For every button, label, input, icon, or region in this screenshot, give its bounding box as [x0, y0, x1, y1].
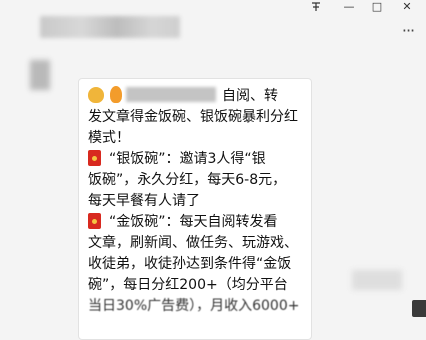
money-bag-icon — [88, 87, 104, 103]
avatar — [30, 60, 50, 90]
message-line-9: 收徒弟，收徒孙达到条件得“金饭 — [88, 256, 292, 272]
chat-title-blurred — [40, 16, 180, 38]
red-envelope-icon — [88, 150, 101, 166]
message-line-1: 自阅、转 — [88, 86, 302, 107]
flame-icon — [110, 86, 122, 103]
message-line-7: “金饭碗”：每天自阅转发看 — [88, 212, 302, 233]
red-envelope-icon — [88, 213, 101, 229]
message-line-5: 饭碗”，永久分红，每天6-8元， — [88, 172, 287, 188]
sidebar-toggle-icon[interactable] — [412, 300, 426, 317]
sender-name-blurred — [126, 87, 216, 102]
minimize-button[interactable]: — — [338, 0, 360, 13]
window-titlebar: — □ ✕ — [0, 0, 426, 14]
more-options-button[interactable]: ··· — [396, 22, 420, 40]
message-line-2: 发文章得金饭碗、银饭碗暴利分红 — [88, 109, 298, 125]
message-line-3: 模式！ — [88, 130, 130, 146]
message-line-11: 当日30%广告费），月收入6000+ — [88, 298, 300, 314]
message-line-4: “银饭碗”：邀请3人得“银 — [88, 149, 302, 170]
close-button[interactable]: ✕ — [396, 0, 418, 13]
message-line-10: 碗”，每日分红200+（均分平台 — [88, 277, 288, 293]
side-content-blurred — [352, 270, 402, 290]
message-text: 自阅、转 发文章得金饭碗、银饭碗暴利分红 模式！ “银饭碗”：邀请3人得“银 饭… — [88, 86, 302, 317]
pin-icon[interactable] — [305, 0, 327, 13]
message-line-6: 每天早餐有人请了 — [88, 193, 200, 209]
maximize-button[interactable]: □ — [366, 0, 388, 13]
message-line-8: 文章，刷新闻、做任务、玩游戏、 — [88, 235, 298, 251]
